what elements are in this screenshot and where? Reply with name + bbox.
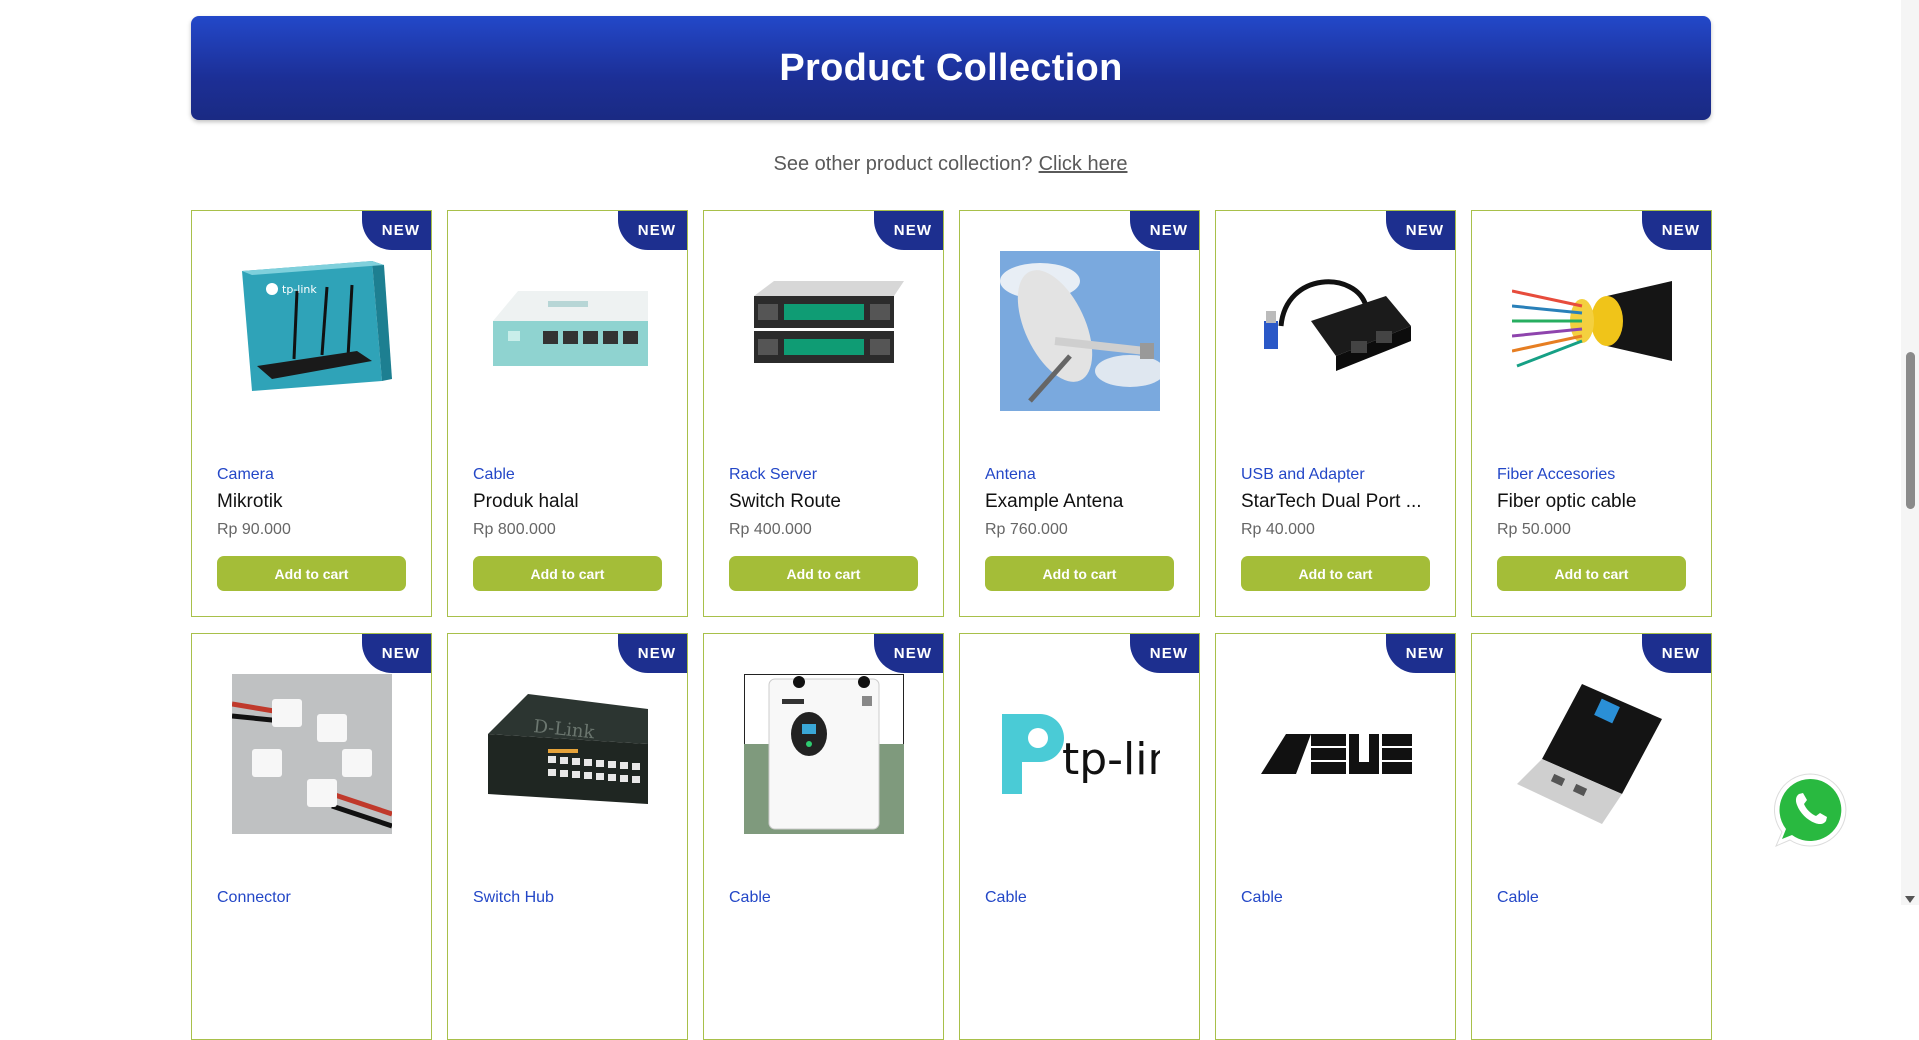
product-category[interactable]: Cable [1497,889,1539,907]
product-image-inverter[interactable] [744,674,904,834]
whatsapp-icon [1774,773,1847,847]
new-badge: NEW [618,634,687,673]
product-image-dlink-switch[interactable]: D-Link [488,674,648,834]
page-title: Product Collection [779,46,1123,89]
add-to-cart-button[interactable]: Add to cart [985,556,1174,591]
product-price: Rp 760.000 [985,521,1068,538]
product-card[interactable]: NEW Cable [1471,633,1712,1040]
product-card[interactable]: NEW Cable [703,633,944,1040]
collection-banner: Product Collection [191,16,1711,120]
product-category[interactable]: USB and Adapter [1241,466,1365,484]
new-badge: NEW [1386,634,1455,673]
new-badge: NEW [1642,211,1711,250]
page-scrollbar[interactable] [1901,0,1919,905]
product-category[interactable]: Cable [473,466,515,484]
svg-text:tp-lin: tp-lin [1062,734,1160,785]
product-image-fiber-optic-cable[interactable] [1512,251,1672,411]
scrollbar-thumb[interactable] [1906,352,1915,509]
add-to-cart-button[interactable]: Add to cart [729,556,918,591]
product-price: Rp 800.000 [473,521,556,538]
product-image-wifi-dongle[interactable] [1512,674,1672,834]
product-category[interactable]: Fiber Accesories [1497,466,1615,484]
product-name[interactable]: Produk halal [473,491,673,513]
add-to-cart-button[interactable]: Add to cart [473,556,662,591]
scroll-down-arrow-icon[interactable] [1905,896,1915,903]
product-card[interactable]: NEW USB and Adapter StarTech Dual Port .… [1215,210,1456,617]
product-price: Rp 90.000 [217,521,291,538]
product-image-usb-ethernet-adapter[interactable] [1256,251,1416,411]
product-category[interactable]: Cable [985,889,1027,907]
product-image-router-box[interactable]: tp-link [232,251,392,411]
product-category[interactable]: Camera [217,466,274,484]
product-image-tplink-logo[interactable]: tp-lin [1000,674,1160,834]
new-badge: NEW [618,211,687,250]
product-image-power-connectors[interactable] [232,674,392,834]
product-card[interactable]: NEW Antena Example Antena Rp 760.000 Add… [959,210,1200,617]
add-to-cart-button[interactable]: Add to cart [217,556,406,591]
product-card[interactable]: NEW Fiber Accesories Fiber optic cable R… [1471,210,1712,617]
product-name[interactable]: Fiber optic cable [1497,491,1697,513]
product-card[interactable]: NEW tp-link Camera Mikrotik Rp 90.000 Ad… [191,210,432,617]
product-card[interactable]: NEW tp-lin Cable [959,633,1200,1040]
product-card[interactable]: NEW Connector [191,633,432,1040]
product-grid: NEW tp-link Camera Mikrotik Rp 90.000 Ad… [191,210,1712,1040]
other-collection-line: See other product collection? Click here [0,153,1901,176]
new-badge: NEW [362,634,431,673]
product-category[interactable]: Rack Server [729,466,817,484]
product-card[interactable]: NEW Cable [1215,633,1456,1040]
product-category[interactable]: Connector [217,889,291,907]
new-badge: NEW [1386,211,1455,250]
product-price: Rp 40.000 [1241,521,1315,538]
new-badge: NEW [1130,211,1199,250]
product-card[interactable]: NEW Rack Server Switch Route Rp 400.000 … [703,210,944,617]
new-badge: NEW [1130,634,1199,673]
product-name[interactable]: Switch Route [729,491,929,513]
product-category[interactable]: Cable [1241,889,1283,907]
new-badge: NEW [1642,634,1711,673]
product-name[interactable]: StarTech Dual Port ... [1241,491,1441,513]
product-price: Rp 400.000 [729,521,812,538]
product-price: Rp 50.000 [1497,521,1571,538]
svg-text:tp-link: tp-link [282,283,317,296]
product-image-mikrotik-router[interactable] [488,251,648,411]
new-badge: NEW [874,634,943,673]
new-badge: NEW [874,211,943,250]
product-image-satellite-dish[interactable] [1000,251,1160,411]
whatsapp-button[interactable] [1770,770,1850,850]
new-badge: NEW [362,211,431,250]
other-collection-text: See other product collection? [773,153,1033,175]
product-image-asus-logo[interactable] [1256,674,1416,834]
product-card[interactable]: NEW D-Link Switch Hub [447,633,688,1040]
product-category[interactable]: Cable [729,889,771,907]
product-category[interactable]: Antena [985,466,1036,484]
add-to-cart-button[interactable]: Add to cart [1497,556,1686,591]
product-name[interactable]: Example Antena [985,491,1185,513]
product-card[interactable]: NEW Cable Produk halal Rp 800.000 Add to… [447,210,688,617]
add-to-cart-button[interactable]: Add to cart [1241,556,1430,591]
product-name[interactable]: Mikrotik [217,491,417,513]
click-here-link[interactable]: Click here [1039,153,1128,175]
product-category[interactable]: Switch Hub [473,889,554,907]
product-image-rack-server[interactable] [744,251,904,411]
